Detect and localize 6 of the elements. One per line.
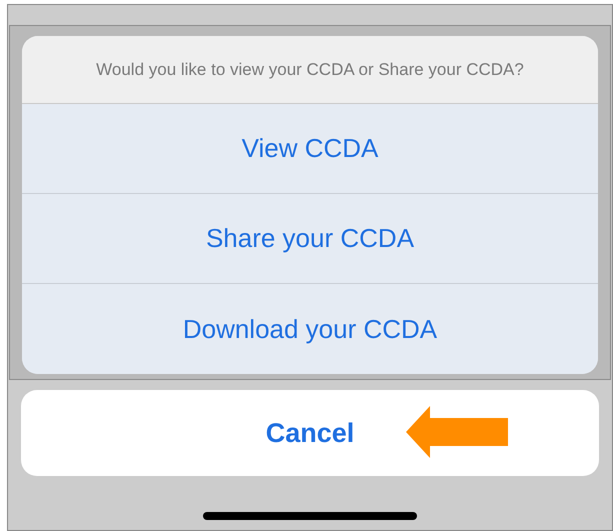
- sheet-message: Would you like to view your CCDA or Share your CCDA?: [96, 58, 524, 81]
- action-option[interactable]: View CCDA: [22, 104, 598, 194]
- arrow-icon: [406, 406, 510, 458]
- action-option[interactable]: Share your CCDA: [22, 194, 598, 284]
- action-option[interactable]: Download your CCDA: [22, 284, 598, 374]
- cancel-button[interactable]: Cancel: [21, 390, 599, 476]
